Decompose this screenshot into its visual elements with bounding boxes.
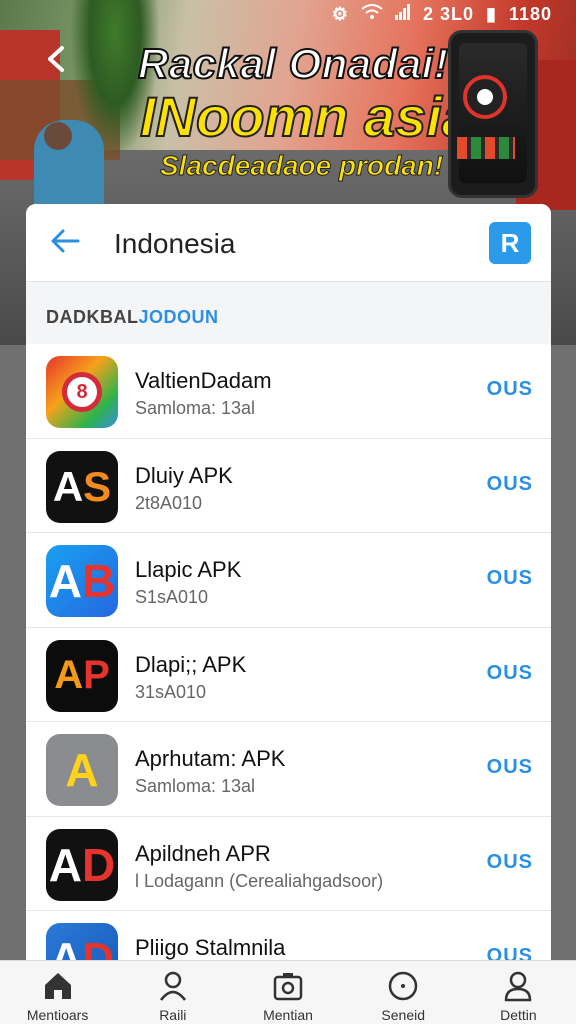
app-name: Llapic APK [135,557,242,582]
app-name: Dlapi;; APK [135,651,247,677]
app-list-card: Indonesia R DADKBALJODOUN 8 ValtienDadam… [26,204,551,1024]
app-name: ValtienDadam [135,368,272,393]
install-button[interactable]: OUS [487,567,533,590]
phone-dial-graphic [463,75,507,119]
list-item[interactable]: AP Dlapi;; APK 31sA010 OUS [26,627,551,722]
section-heading-accent: JODOUN [138,307,219,327]
nav-label: Raili [159,1007,187,1023]
profile-icon [505,971,532,1002]
person-icon [159,971,186,1001]
install-button[interactable]: OUS [487,662,533,685]
app-subtitle: Samloma: 13al [135,398,256,418]
nav-item-camera[interactable]: Mentian [230,961,345,1024]
app-icon-ap: AP [46,639,118,712]
nav-label: Seneid [381,1007,425,1023]
app-name: Dluiy APK [135,462,233,488]
app-icon-ad-yellow: A [46,734,118,806]
nav-item-home[interactable]: Mentioars [0,961,115,1024]
app-icon-glyph: AB [48,555,116,607]
app-subtitle: S1sA010 [135,587,209,607]
nav-label: Mentian [263,1007,313,1023]
app-icon-glyph: AS [52,462,112,510]
page-title: Indonesia [114,228,236,259]
app-icon-glyph: 8 [62,372,102,412]
app-subtitle: Samloma: 13al [135,776,256,796]
section-heading-prefix: DADKBAL [46,307,139,327]
banner-headline-1: Rackal Onadai! [137,39,449,88]
install-button[interactable]: OUS [487,473,533,496]
nav-item-person[interactable]: Raili [115,961,230,1024]
wifi-icon [361,4,389,24]
back-arrow-icon[interactable] [48,224,82,264]
app-subtitle: l Lodagann (Cerealiahgadsoor) [135,870,384,891]
app-icon: ⚙ [331,4,349,24]
list-item[interactable]: AB Llapic APK S1sA010 OUS [26,533,551,628]
nav-item-profile[interactable]: Dettin [461,961,576,1024]
app-name: Apildneh APR [135,840,271,866]
header-action-button[interactable]: R [489,222,531,264]
section-heading: DADKBALJODOUN [46,307,219,328]
banner-person-head [44,122,72,150]
app-name: Pliigo Stalmnila [135,935,286,960]
home-icon [44,973,71,999]
app-icon-ab: AB [46,545,118,617]
phone-app-tiles [457,137,515,159]
nav-item-chat[interactable]: Seneid [346,961,461,1024]
camera-icon [273,973,303,1001]
chat-icon [388,971,418,1001]
list-item[interactable]: AD Apildneh APR l Lodagann (Cerealiahgad… [26,816,551,911]
banner-phone-illustration [448,30,538,198]
app-icon-glyph: AP [54,653,110,697]
list-item[interactable]: AS Dluiy APK 2t8A010 OUS [26,438,551,533]
nav-label: Mentioars [26,1007,89,1023]
status-time: 1180 [508,4,552,24]
nav-label: Dettin [500,1007,537,1023]
app-subtitle: 2t8A010 [135,492,203,513]
list-item[interactable]: 8 ValtienDadam Samloma: 13al OUS [26,344,551,439]
install-button[interactable]: OUS [487,851,533,874]
app-list: 8 ValtienDadam Samloma: 13al OUS AS Dlui… [26,344,551,1006]
banner-headline-2: INoomn asia [139,84,474,149]
card-header: Indonesia R [26,204,551,282]
list-item[interactable]: A Aprhutam: APK Samloma: 13al OUS [26,722,551,817]
app-icon-glyph: AD [48,838,116,891]
install-button[interactable]: OUS [487,378,533,401]
status-bar: ⚙ 2 3L0 ▮ 1180 [326,4,552,25]
app-icon-glyph: A [65,744,99,796]
app-icon-ad-red: AD [46,828,118,901]
battery-icon: ▮ [486,4,497,24]
banner-headline-3: Slacdeadaoe prodan! [159,150,444,182]
app-name: Aprhutam: APK [135,746,286,771]
install-button[interactable]: OUS [487,756,533,779]
back-arrow-icon[interactable] [42,44,72,80]
signal-icon [394,4,417,24]
bottom-nav: Mentioars Raili Mentian Seneid Dettin [0,960,576,1024]
app-icon-as: AS [46,450,118,523]
status-text: 2 3L0 [422,4,474,24]
app-subtitle: 31sA010 [135,681,207,702]
app-icon-shield: 8 [46,356,118,428]
